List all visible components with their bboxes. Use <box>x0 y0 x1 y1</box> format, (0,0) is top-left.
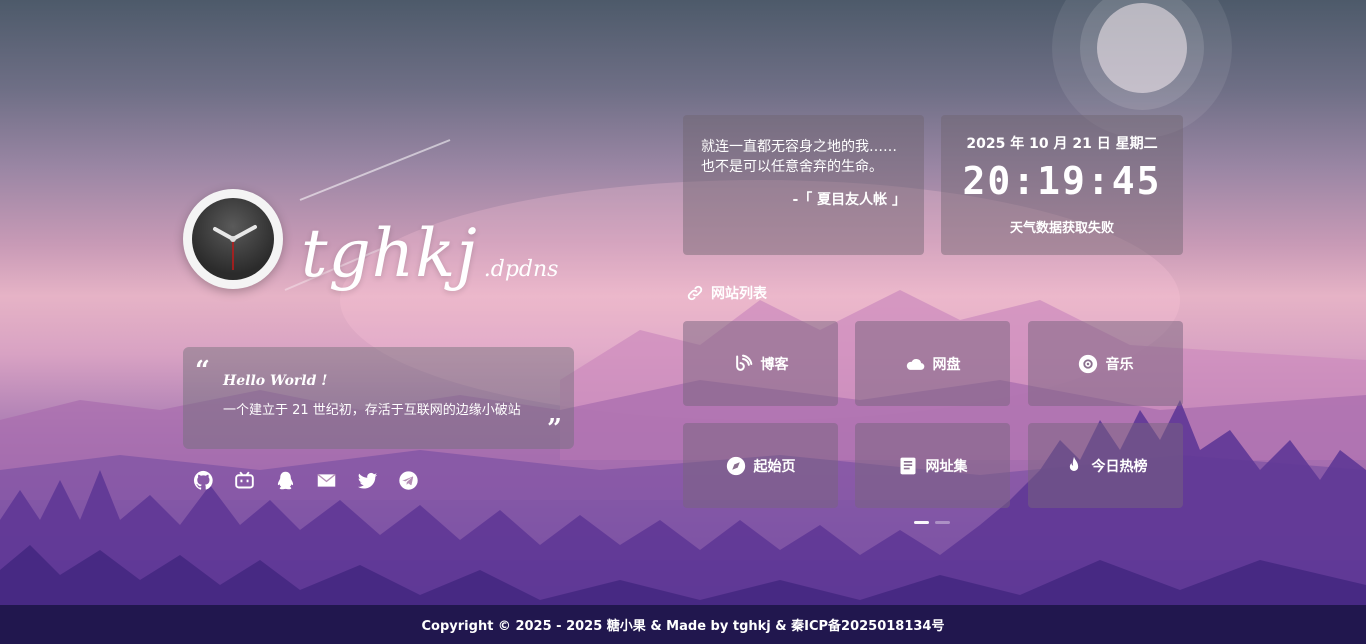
mail-icon[interactable] <box>316 470 337 491</box>
clock-date: 2025 年 10 月 21 日 星期二 <box>966 136 1158 152</box>
page-dot-2[interactable] <box>935 521 950 524</box>
cloud-icon <box>905 354 925 374</box>
quote-open-icon: “ <box>195 356 210 386</box>
site-list-pagination <box>914 521 950 524</box>
quote-close-icon: ” <box>547 414 562 444</box>
weather-status: 天气数据获取失败 <box>1009 221 1114 236</box>
book-icon <box>898 456 918 476</box>
clock-time: 20:19:45 <box>962 159 1162 203</box>
github-icon[interactable] <box>193 470 214 491</box>
site-button-start-page[interactable]: 起始页 <box>683 423 838 508</box>
social-links <box>193 470 419 491</box>
hitokoto-card[interactable]: 就连一直都无容身之地的我……也不是可以任意舍弃的生命。 -「 夏目友人帐 」 <box>683 115 924 255</box>
fire-icon <box>1064 456 1084 476</box>
qq-icon[interactable] <box>275 470 296 491</box>
site-list-heading: 网站列表 <box>686 283 767 303</box>
site-label: 音乐 <box>1105 356 1134 373</box>
site-button-music[interactable]: 音乐 <box>1028 321 1183 406</box>
site-button-bookmarks[interactable]: 网址集 <box>855 423 1010 508</box>
brand-name: tghkj <box>301 215 478 292</box>
clock-logo-icon <box>183 189 283 289</box>
clock-card: 2025 年 10 月 21 日 星期二 20:19:45 天气数据获取失败 <box>941 115 1183 255</box>
brand-suffix: .dpdns <box>483 257 559 282</box>
blog-icon <box>733 354 753 374</box>
hitokoto-source: -「 夏目友人帐 」 <box>792 192 906 208</box>
site-button-blog[interactable]: 博客 <box>683 321 838 406</box>
compass-icon <box>726 456 746 476</box>
site-label: 今日热榜 <box>1091 458 1148 475</box>
site-label: 起始页 <box>753 458 796 475</box>
footer: Copyright © 2025 - 2025 糖小果 & Made by tg… <box>0 605 1366 644</box>
bilibili-icon[interactable] <box>234 470 255 491</box>
disc-icon <box>1078 354 1098 374</box>
footer-copyright[interactable]: Copyright © 2025 - 2025 糖小果 & Made by tg… <box>422 615 945 634</box>
intro-description: 一个建立于 21 世纪初，存活于互联网的边缘小破站 <box>223 403 521 418</box>
site-button-cloud-drive[interactable]: 网盘 <box>855 321 1010 406</box>
telegram-icon[interactable] <box>398 470 419 491</box>
site-label: 博客 <box>760 356 789 373</box>
site-list-title: 网站列表 <box>711 286 767 302</box>
twitter-icon[interactable] <box>357 470 378 491</box>
intro-card[interactable]: “ Hello World ! 一个建立于 21 世纪初，存活于互联网的边缘小破… <box>183 347 574 449</box>
site-label: 网址集 <box>925 458 968 475</box>
site-label: 网盘 <box>932 356 961 373</box>
site-button-hot-list[interactable]: 今日热榜 <box>1028 423 1183 508</box>
hitokoto-text: 就连一直都无容身之地的我……也不是可以任意舍弃的生命。 <box>701 139 897 175</box>
site-logo[interactable]: tghkj .dpdns <box>183 189 558 289</box>
intro-greeting: Hello World ! <box>223 373 328 389</box>
link-icon <box>686 284 704 302</box>
page-dot-1[interactable] <box>914 521 929 524</box>
